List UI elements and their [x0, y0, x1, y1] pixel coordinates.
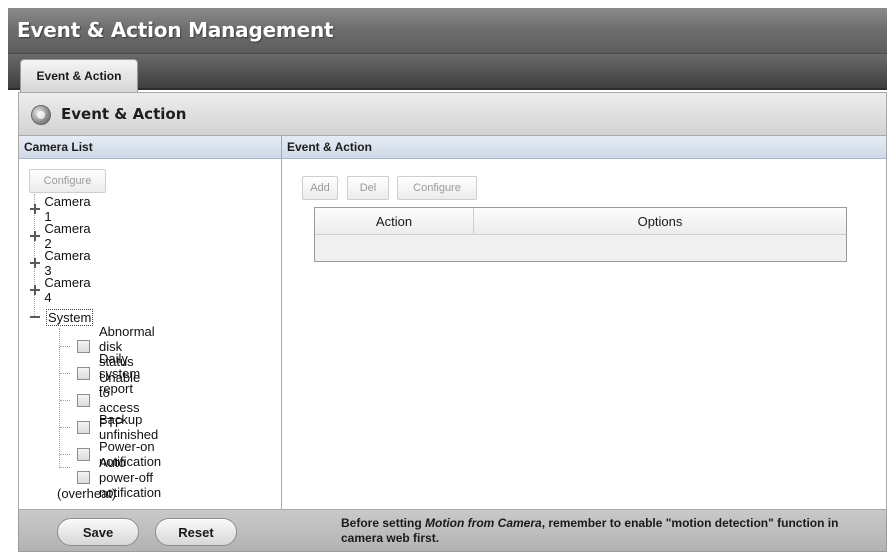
tree-connector [60, 400, 70, 401]
event-backup-unfinished[interactable]: Backup unfinished [77, 412, 158, 442]
expand-plus-icon[interactable] [30, 258, 41, 268]
tree-connector [60, 346, 70, 347]
checkbox[interactable] [77, 447, 90, 461]
title-bar: Event & Action Management [8, 8, 887, 54]
camera-list-header: Camera List [19, 136, 281, 159]
tree-connector [60, 427, 70, 428]
column-header-options[interactable]: Options [474, 208, 846, 235]
note-text: Before setting [341, 516, 426, 530]
camera-list-pane: Camera List Configure Camera 1 Camera 2 … [19, 136, 282, 510]
action-grid: Action Options [314, 207, 847, 262]
expand-plus-icon[interactable] [30, 285, 41, 295]
tree-node-camera-4[interactable]: Camera 4 [29, 275, 92, 305]
tree-node-label: Camera 3 [44, 248, 91, 278]
event-label: Backup unfinished [99, 412, 159, 442]
grid-header: Action Options [315, 208, 846, 235]
tree-node-camera-2[interactable]: Camera 2 [29, 221, 92, 251]
checkbox[interactable] [77, 470, 90, 484]
overheat-label: (overheat) [57, 486, 117, 501]
expand-plus-icon[interactable] [30, 204, 41, 214]
main-panel: Camera List Configure Camera 1 Camera 2 … [18, 136, 887, 510]
tree-node-label: Camera 1 [44, 194, 91, 224]
footer-bar: Save Reset Before setting Motion from Ca… [18, 510, 887, 552]
section-header: Event & Action [18, 92, 887, 136]
event-auto-power-off-notification[interactable]: Auto power-off notification [77, 455, 161, 500]
tree-node-label: Camera 4 [44, 275, 91, 305]
app-window: Event & Action Management Event & Action… [8, 8, 887, 558]
add-button[interactable]: Add [302, 176, 338, 200]
checkbox[interactable] [77, 366, 90, 380]
motion-detection-note: Before setting Motion from Camera, remem… [341, 516, 871, 546]
reset-button[interactable]: Reset [155, 518, 237, 546]
event-action-icon [31, 105, 51, 125]
tree-node-camera-1[interactable]: Camera 1 [29, 194, 92, 224]
checkbox[interactable] [77, 420, 90, 434]
tree-connector [60, 467, 70, 468]
event-unable-to-access-ftp[interactable]: Unable to access FTP [77, 370, 140, 430]
tree-node-system[interactable]: System [29, 308, 94, 326]
del-button[interactable]: Del [347, 176, 389, 200]
tree-connector [60, 373, 70, 374]
section-title: Event & Action [61, 105, 187, 123]
window-title: Event & Action Management [17, 18, 334, 42]
column-header-action[interactable]: Action [315, 208, 473, 235]
action-configure-button[interactable]: Configure [397, 176, 477, 200]
checkbox[interactable] [77, 339, 90, 353]
checkbox[interactable] [77, 393, 90, 407]
collapse-minus-icon[interactable] [30, 312, 40, 322]
event-action-pane: Event & Action Add Del Configure Action … [282, 136, 886, 510]
event-action-header: Event & Action [282, 136, 886, 159]
save-button[interactable]: Save [57, 518, 139, 546]
tree-connector [59, 328, 60, 468]
tree-node-camera-3[interactable]: Camera 3 [29, 248, 92, 278]
note-emphasis: Motion from Camera [425, 516, 542, 530]
tree-node-label: System [46, 308, 94, 326]
tab-strip: Event & Action [8, 54, 887, 92]
grid-empty-row [315, 235, 846, 261]
tree-connector [60, 454, 70, 455]
camera-configure-button[interactable]: Configure [29, 169, 106, 193]
expand-plus-icon[interactable] [30, 231, 41, 241]
tree-node-label: Camera 2 [44, 221, 91, 251]
tab-event-action[interactable]: Event & Action [20, 59, 138, 92]
